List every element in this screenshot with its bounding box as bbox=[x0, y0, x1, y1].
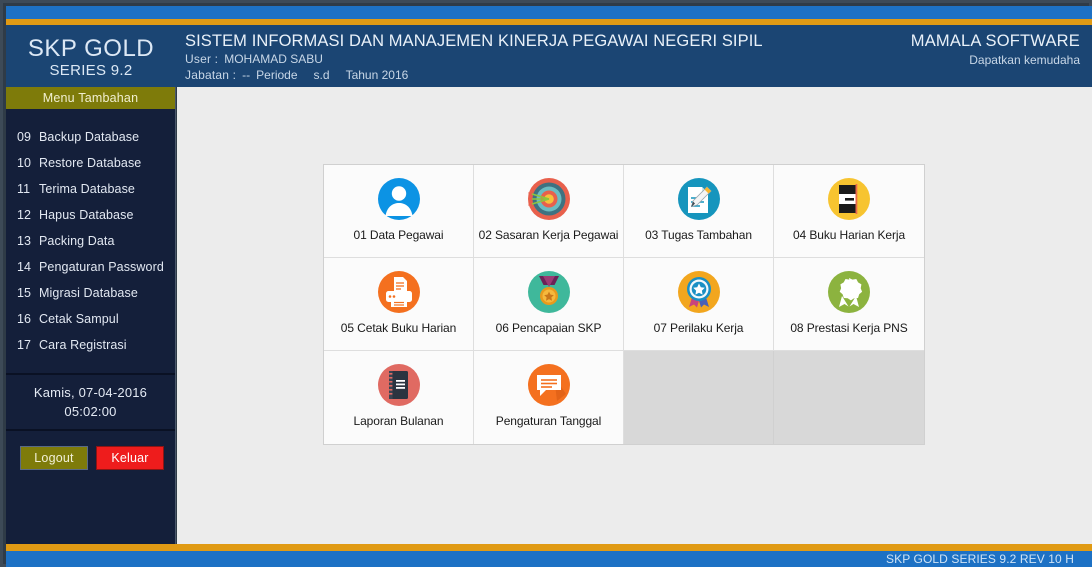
tile-tugas-tambahan[interactable]: 03 Tugas Tambahan bbox=[624, 165, 774, 258]
application-window: SKP GOLD SERIES 9.2 SISTEM INFORMASI DAN… bbox=[0, 0, 1092, 567]
sidebar-item-cara-registrasi[interactable]: 17 Cara Registrasi bbox=[6, 338, 175, 364]
tile-pengaturan-tanggal[interactable]: Pengaturan Tanggal bbox=[474, 351, 624, 444]
brand-block: SKP GOLD SERIES 9.2 bbox=[6, 25, 176, 87]
keluar-button[interactable]: Keluar bbox=[96, 446, 164, 470]
user-avatar-icon bbox=[377, 178, 420, 220]
sidebar-item-label: Cetak Sampul bbox=[39, 312, 119, 326]
tile-label: 06 Pencapaian SKP bbox=[495, 321, 602, 335]
sidebar: Menu Tambahan 09 Backup Database 10 Rest… bbox=[6, 87, 176, 544]
rosette-icon bbox=[828, 271, 870, 313]
brand-title: SKP GOLD bbox=[27, 34, 155, 62]
sidebar-item-number: 10 bbox=[17, 156, 32, 170]
ledger-book-icon bbox=[377, 364, 420, 406]
tile-prestasi-kerja-pns[interactable]: 08 Prestasi Kerja PNS bbox=[774, 258, 924, 351]
window-titlebar bbox=[6, 6, 1092, 19]
clock-time: 05:02:00 bbox=[64, 404, 117, 419]
status-bar-text: SKP GOLD SERIES 9.2 REV 10 H bbox=[886, 552, 1074, 566]
tile-buku-harian-kerja[interactable]: 04 Buku Harian Kerja bbox=[774, 165, 924, 258]
logout-button[interactable]: Logout bbox=[20, 446, 88, 470]
sidebar-item-number: 16 bbox=[17, 312, 32, 326]
sidebar-item-cetak-sampul[interactable]: 16 Cetak Sampul bbox=[6, 312, 175, 338]
target-arrows-icon bbox=[527, 178, 570, 220]
sidebar-item-number: 13 bbox=[17, 234, 32, 248]
sidebar-item-number: 15 bbox=[17, 286, 32, 300]
main-content: 01 Data Pegawai 02 Sasaran Kerja Pegawai… bbox=[177, 87, 1092, 544]
menu-tile-grid: 01 Data Pegawai 02 Sasaran Kerja Pegawai… bbox=[323, 164, 925, 445]
tile-label: 07 Perilaku Kerja bbox=[653, 321, 744, 335]
tile-label: 02 Sasaran Kerja Pegawai bbox=[478, 228, 619, 242]
tile-sasaran-kerja-pegawai[interactable]: 02 Sasaran Kerja Pegawai bbox=[474, 165, 624, 258]
system-title: SISTEM INFORMASI DAN MANAJEMEN KINERJA P… bbox=[185, 32, 763, 50]
sidebar-item-label: Packing Data bbox=[39, 234, 115, 248]
corporate-block: MAMALA SOFTWARE Dapatkan kemudaha bbox=[822, 25, 1092, 87]
jabatan-value: -- bbox=[242, 68, 251, 82]
sidebar-menu-list: 09 Backup Database 10 Restore Database 1… bbox=[6, 109, 175, 364]
sidebar-item-number: 17 bbox=[17, 338, 32, 352]
tile-perilaku-kerja[interactable]: 07 Perilaku Kerja bbox=[624, 258, 774, 351]
corporate-tagline: Dapatkan kemudaha bbox=[969, 53, 1080, 67]
tile-label: 05 Cetak Buku Harian bbox=[340, 321, 457, 335]
user-value: MOHAMAD SABU bbox=[224, 52, 323, 66]
tile-data-pegawai[interactable]: 01 Data Pegawai bbox=[324, 165, 474, 258]
periode-label: Periode bbox=[256, 68, 298, 82]
medal-icon bbox=[527, 271, 570, 313]
header-info-block: SISTEM INFORMASI DAN MANAJEMEN KINERJA P… bbox=[176, 25, 822, 87]
sidebar-item-restore-database[interactable]: 10 Restore Database bbox=[6, 156, 175, 182]
tile-cetak-buku-harian[interactable]: 05 Cetak Buku Harian bbox=[324, 258, 474, 351]
sidebar-clock: Kamis, 07-04-2016 05:02:00 bbox=[6, 375, 175, 431]
notebook-icon bbox=[828, 178, 870, 220]
sidebar-item-label: Terima Database bbox=[39, 182, 135, 196]
printer-icon bbox=[377, 271, 420, 313]
status-bar: SKP GOLD SERIES 9.2 REV 10 H bbox=[6, 551, 1092, 567]
app-header: SKP GOLD SERIES 9.2 SISTEM INFORMASI DAN… bbox=[6, 25, 1092, 87]
header-jabatan-line: Jabatan : -- Periode s.d Tahun 2016 bbox=[185, 67, 822, 83]
sidebar-item-terima-database[interactable]: 11 Terima Database bbox=[6, 182, 175, 208]
award-ribbon-icon bbox=[677, 271, 720, 313]
sidebar-item-label: Restore Database bbox=[39, 156, 142, 170]
tile-label: 04 Buku Harian Kerja bbox=[792, 228, 906, 242]
tile-label: 08 Prestasi Kerja PNS bbox=[790, 321, 908, 335]
sidebar-item-label: Backup Database bbox=[39, 130, 140, 144]
sidebar-item-label: Pengaturan Password bbox=[39, 260, 164, 274]
sidebar-menu-header: Menu Tambahan bbox=[6, 87, 175, 109]
document-pencil-icon bbox=[677, 178, 720, 220]
tile-empty-slot bbox=[774, 351, 924, 444]
sidebar-button-row: Logout Keluar bbox=[6, 431, 175, 470]
sidebar-item-number: 11 bbox=[17, 182, 31, 196]
message-lines-icon bbox=[527, 364, 570, 406]
sidebar-item-pengaturan-password[interactable]: 14 Pengaturan Password bbox=[6, 260, 175, 286]
header-user-line: User : MOHAMAD SABU bbox=[185, 51, 822, 67]
sidebar-item-number: 12 bbox=[17, 208, 32, 222]
tile-label: Laporan Bulanan bbox=[353, 414, 444, 428]
tile-label: 03 Tugas Tambahan bbox=[645, 228, 752, 242]
bottom-gold-divider bbox=[6, 544, 1092, 551]
brand-subtitle: SERIES 9.2 bbox=[49, 61, 133, 79]
tile-pencapaian-skp[interactable]: 06 Pencapaian SKP bbox=[474, 258, 624, 351]
tile-label: Pengaturan Tanggal bbox=[495, 414, 602, 428]
sidebar-item-backup-database[interactable]: 09 Backup Database bbox=[6, 130, 175, 156]
clock-date: Kamis, 07-04-2016 bbox=[33, 385, 148, 400]
sidebar-item-migrasi-database[interactable]: 15 Migrasi Database bbox=[6, 286, 175, 312]
periode-sd-label: s.d bbox=[313, 68, 330, 82]
tile-label: 01 Data Pegawai bbox=[353, 228, 444, 242]
tile-laporan-bulanan[interactable]: Laporan Bulanan bbox=[324, 351, 474, 444]
sidebar-item-number: 09 bbox=[17, 130, 32, 144]
tile-empty-slot bbox=[624, 351, 774, 444]
sidebar-item-packing-data[interactable]: 13 Packing Data bbox=[6, 234, 175, 260]
user-label: User : bbox=[185, 52, 219, 66]
corporate-title: MAMALA SOFTWARE bbox=[910, 32, 1080, 50]
tahun-value: Tahun 2016 bbox=[345, 68, 409, 82]
sidebar-item-hapus-database[interactable]: 12 Hapus Database bbox=[6, 208, 175, 234]
sidebar-item-label: Hapus Database bbox=[39, 208, 134, 222]
sidebar-item-number: 14 bbox=[17, 260, 32, 274]
sidebar-item-label: Migrasi Database bbox=[39, 286, 138, 300]
jabatan-label: Jabatan : bbox=[185, 68, 237, 82]
sidebar-item-label: Cara Registrasi bbox=[39, 338, 127, 352]
